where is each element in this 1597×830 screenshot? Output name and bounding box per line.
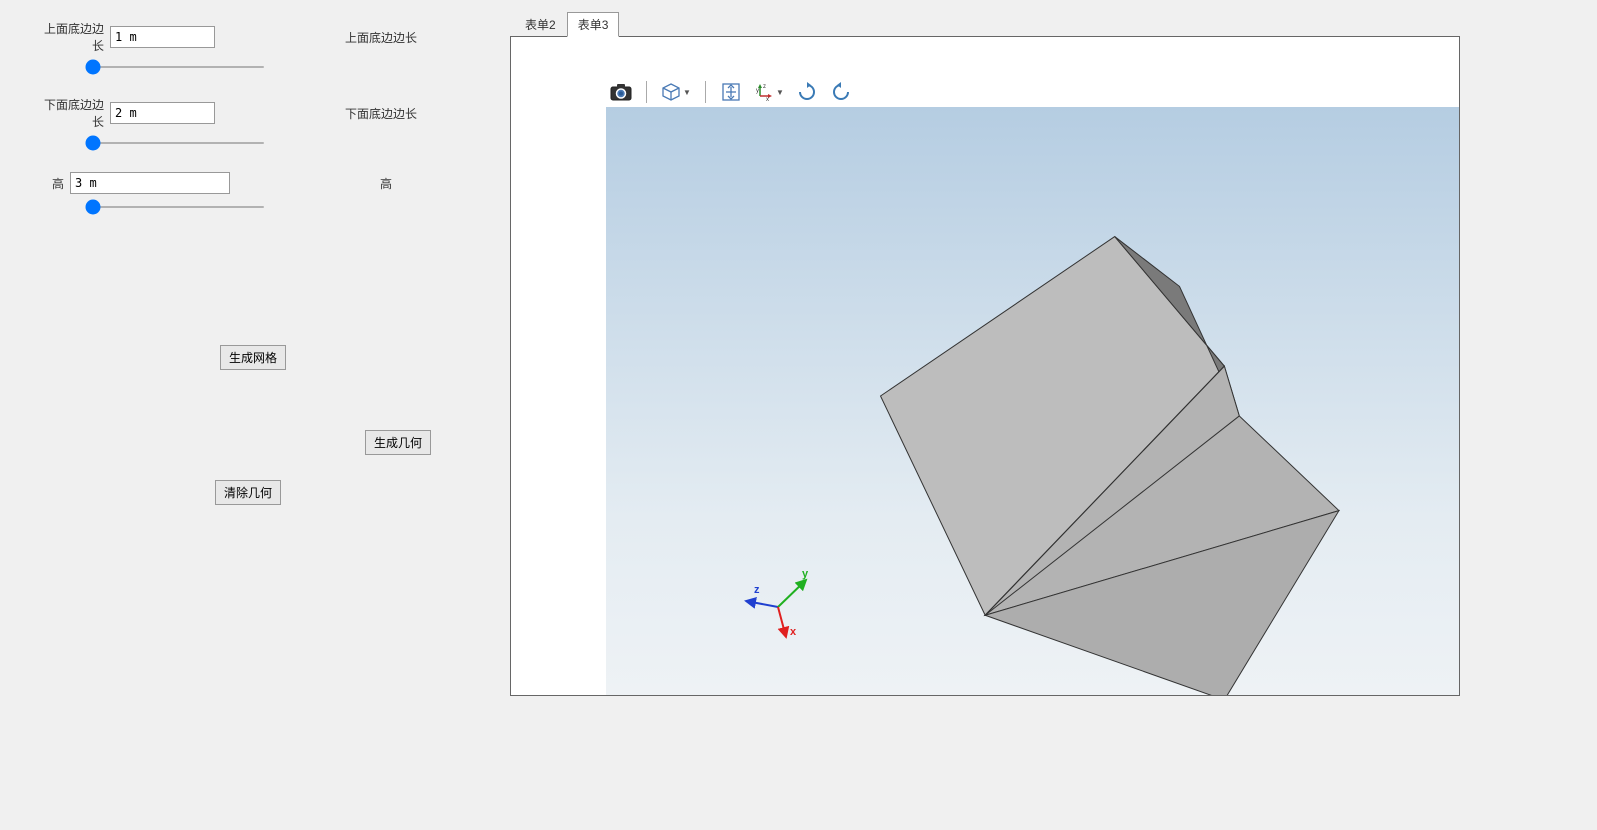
- zoom-extents-icon[interactable]: [716, 78, 746, 106]
- param-top-label: 上面底边边长: [40, 20, 110, 54]
- rotate-ccw-icon[interactable]: [826, 78, 856, 106]
- chevron-down-icon: ▼: [683, 88, 691, 97]
- param-bottom-sublabel: 下面底边边长: [345, 105, 417, 122]
- tab-form3[interactable]: 表单3: [567, 12, 620, 37]
- parameters-panel: 上面底边边长 上面底边边长 下面底边边长 下面底边边长 高 高 生成网格 生成几…: [0, 0, 510, 830]
- svg-text:z: z: [763, 84, 766, 90]
- svg-text:z: z: [754, 584, 760, 596]
- tab-bar: 表单2 表单3: [514, 12, 1557, 37]
- param-top-input[interactable]: [110, 26, 215, 48]
- clear-geometry-button[interactable]: 清除几何: [215, 480, 281, 505]
- param-height-group: 高 高: [40, 172, 470, 194]
- generate-mesh-button[interactable]: 生成网格: [220, 345, 286, 370]
- svg-text:x: x: [766, 97, 769, 102]
- param-top-slider[interactable]: [85, 66, 265, 68]
- param-top-sublabel: 上面底边边长: [345, 29, 417, 46]
- graphics-viewer[interactable]: ▼ zyx ▼: [510, 36, 1460, 696]
- tab-form2[interactable]: 表单2: [514, 12, 567, 37]
- toolbar-separator: [705, 81, 706, 103]
- param-bottom-input[interactable]: [110, 102, 215, 124]
- geometry-shape: [606, 107, 1459, 695]
- svg-text:x: x: [790, 626, 797, 638]
- param-bottom-group: 下面底边边长 下面底边边长: [40, 96, 470, 130]
- param-bottom-label: 下面底边边长: [40, 96, 110, 130]
- chevron-down-icon: ▼: [776, 88, 784, 97]
- rotate-cw-icon[interactable]: [792, 78, 822, 106]
- viewer-toolbar: ▼ zy x ▼: [606, 77, 856, 107]
- param-bottom-slider[interactable]: [85, 142, 265, 144]
- param-height-slider[interactable]: [85, 206, 265, 208]
- svg-text:y: y: [802, 568, 809, 580]
- generate-geometry-button[interactable]: 生成几何: [365, 430, 431, 455]
- param-top-group: 上面底边边长 上面底边边长: [40, 20, 470, 54]
- axes-icon[interactable]: zy x ▼: [750, 78, 788, 106]
- param-height-label: 高: [40, 175, 70, 192]
- svg-text:y: y: [756, 88, 759, 94]
- viewer-panel: 表单2 表单3 ▼ zyx ▼: [510, 0, 1597, 830]
- param-height-sublabel: 高: [380, 175, 392, 192]
- camera-icon[interactable]: [606, 78, 636, 106]
- param-height-input[interactable]: [70, 172, 230, 194]
- cube-icon[interactable]: ▼: [657, 78, 695, 106]
- toolbar-separator: [646, 81, 647, 103]
- axis-triad: z y x: [736, 565, 816, 645]
- 3d-canvas[interactable]: z y x: [606, 107, 1459, 695]
